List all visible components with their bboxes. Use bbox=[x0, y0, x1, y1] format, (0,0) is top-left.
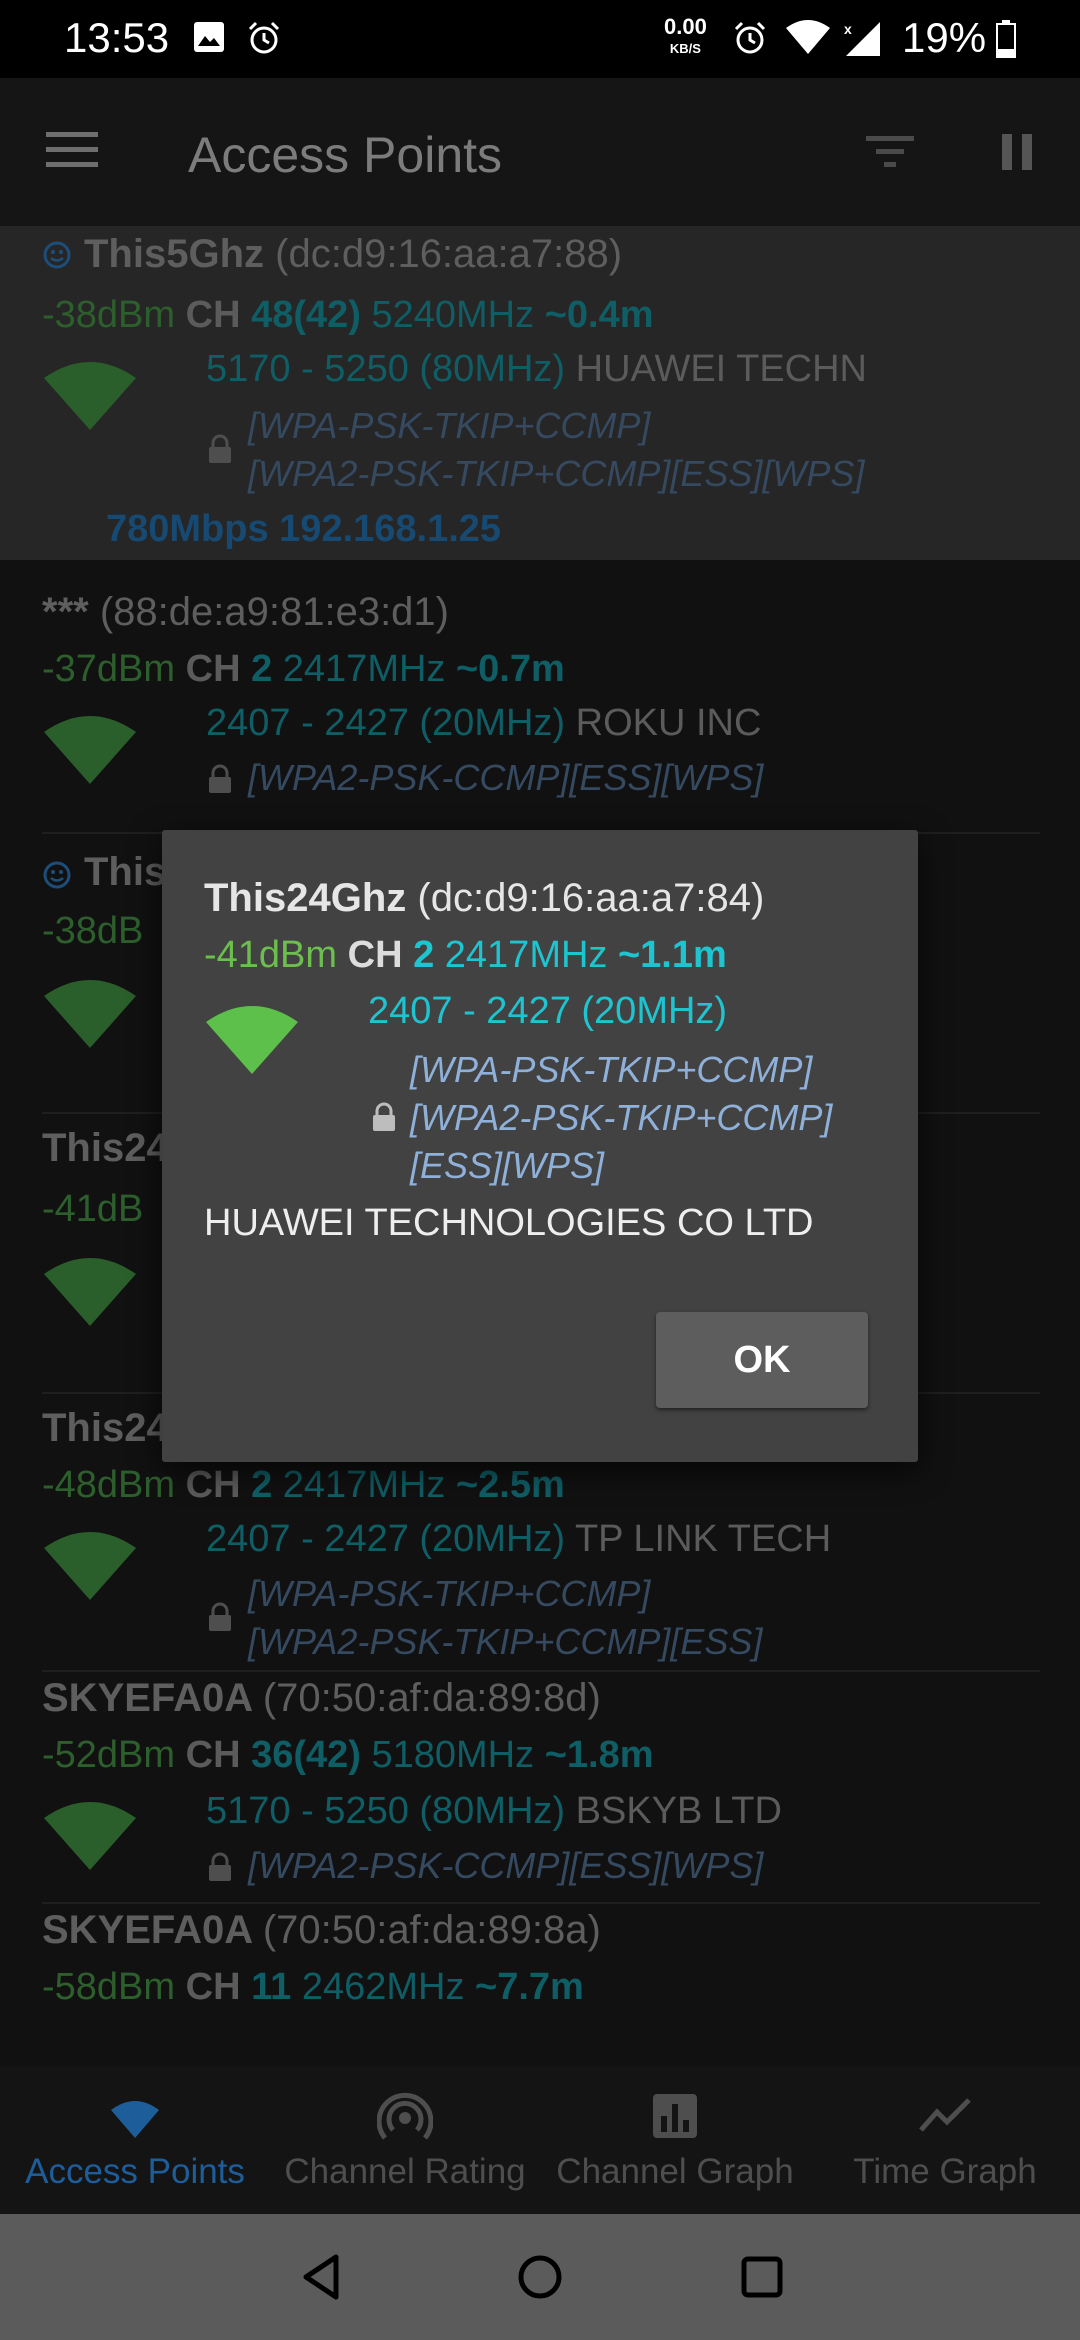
battery-percent: 19% bbox=[902, 14, 987, 61]
ap-title: This bbox=[84, 850, 167, 894]
dialog-security: [WPA-PSK-TKIP+CCMP] [WPA2-PSK-TKIP+CCMP]… bbox=[410, 1049, 833, 1186]
lock-icon bbox=[209, 434, 231, 463]
bottom-navigation: Access Points Channel Rating Channel Gra… bbox=[0, 2066, 1080, 2214]
svg-text:x: x bbox=[844, 21, 852, 37]
network-speed: 0.00 KB/S bbox=[664, 14, 707, 57]
ap-title: SKYEFA0A (70:50:af:da:89:8d) bbox=[42, 1676, 601, 1720]
wifi-signal-icon bbox=[44, 362, 136, 430]
lock-icon bbox=[209, 1602, 231, 1631]
status-time: 13:53 bbox=[64, 14, 170, 61]
dialog-title: This24Ghz (dc:d9:16:aa:a7:84) bbox=[204, 876, 765, 920]
wifi-signal-icon bbox=[44, 1802, 136, 1870]
access-point-details-dialog: This24Ghz (dc:d9:16:aa:a7:84) -41dBm CH … bbox=[162, 830, 918, 1462]
antenna-icon bbox=[377, 2092, 433, 2140]
ap-security: [WPA-PSK-TKIP+CCMP] [WPA2-PSK-TKIP+CCMP][… bbox=[248, 1573, 763, 1662]
connected-smiley-icon bbox=[43, 241, 71, 269]
menu-icon[interactable] bbox=[46, 130, 98, 170]
ap-signal-line: -37dBm CH 2 2417MHz ~0.7m bbox=[42, 648, 565, 690]
wifi-signal-icon bbox=[44, 980, 136, 1048]
dialog-range: 2407 - 2427 (20MHz) bbox=[368, 990, 728, 1032]
lock-icon bbox=[373, 1102, 395, 1131]
dialog-signal-line: -41dBm CH 2 2417MHz ~1.1m bbox=[204, 934, 727, 976]
app-bar: Access Points bbox=[0, 78, 1080, 226]
ap-title: *** (88:de:a9:81:e3:d1) bbox=[42, 590, 449, 634]
ap-security: [WPA-PSK-TKIP+CCMP] [WPA2-PSK-TKIP+CCMP][… bbox=[248, 405, 865, 494]
alarm-icon-2 bbox=[734, 21, 766, 54]
back-icon[interactable] bbox=[296, 2251, 348, 2303]
divider bbox=[42, 1670, 1040, 1672]
line-chart-icon bbox=[919, 2098, 971, 2132]
ok-button[interactable]: OK bbox=[656, 1312, 868, 1408]
ap-title: SKYEFA0A (70:50:af:da:89:8a) bbox=[42, 1908, 601, 1952]
wifi-icon bbox=[111, 2101, 159, 2138]
nav-time-graph[interactable]: Time Graph bbox=[810, 2066, 1080, 2214]
ap-signal-line: -41dB bbox=[42, 1188, 144, 1230]
recents-icon[interactable] bbox=[736, 2251, 788, 2303]
wifi-signal-icon bbox=[44, 1258, 136, 1326]
image-notification-icon bbox=[194, 22, 224, 52]
pause-icon[interactable] bbox=[998, 132, 1036, 172]
ap-title: This24 bbox=[42, 1126, 169, 1170]
wifi-signal-icon bbox=[44, 716, 136, 784]
ap-signal-line: -38dBm CH 48(42) 5240MHz ~0.4m bbox=[42, 294, 654, 336]
cell-signal-icon: x bbox=[844, 21, 880, 56]
list-item[interactable]: This5Ghz (dc:d9:16:aa:a7:88) -38dBm CH 4… bbox=[0, 226, 1080, 560]
ap-range-line: 2407 - 2427 (20MHz) TP LINK TECH bbox=[206, 1518, 832, 1560]
ap-title: This5Ghz (dc:d9:16:aa:a7:88) bbox=[84, 232, 623, 276]
connected-smiley-icon bbox=[43, 861, 71, 889]
ap-link-info: 780Mbps 192.168.1.25 bbox=[106, 508, 502, 550]
bar-chart-icon bbox=[653, 2094, 697, 2138]
nav-channel-rating[interactable]: Channel Rating bbox=[270, 2066, 540, 2214]
battery-icon bbox=[996, 20, 1016, 58]
wifi-signal-icon bbox=[206, 1006, 298, 1074]
lock-icon bbox=[209, 764, 231, 793]
divider bbox=[42, 1902, 1040, 1904]
ap-range-line: 5170 - 5250 (80MHz) BSKYB LTD bbox=[206, 1790, 782, 1832]
wifi-status-icon bbox=[786, 20, 830, 54]
system-navigation-bar bbox=[0, 2214, 1080, 2340]
lock-icon bbox=[209, 1852, 231, 1881]
list-item[interactable]: *** (88:de:a9:81:e3:d1) -37dBm CH 2 2417… bbox=[0, 560, 1080, 838]
ap-signal-line: -38dB bbox=[42, 910, 144, 952]
ap-security: [WPA2-PSK-CCMP][ESS][WPS] bbox=[248, 757, 764, 798]
home-icon[interactable] bbox=[514, 2251, 566, 2303]
ap-signal-line: -52dBm CH 36(42) 5180MHz ~1.8m bbox=[42, 1734, 654, 1776]
dialog-vendor: HUAWEI TECHNOLOGIES CO LTD bbox=[204, 1202, 814, 1244]
list-item[interactable]: SKYEFA0A (70:50:af:da:89:8d) -52dBm CH 3… bbox=[0, 1674, 1080, 1904]
alarm-icon bbox=[248, 21, 280, 54]
page-title: Access Points bbox=[188, 127, 503, 183]
ap-range-line: 5170 - 5250 (80MHz) HUAWEI TECHN bbox=[206, 348, 867, 390]
ap-range-line: 2407 - 2427 (20MHz) ROKU INC bbox=[206, 702, 762, 744]
filter-icon[interactable] bbox=[866, 134, 914, 170]
ap-signal-line: -58dBm CH 11 2462MHz ~7.7m bbox=[42, 1966, 584, 2008]
list-item[interactable]: SKYEFA0A (70:50:af:da:89:8a) -58dBm CH 1… bbox=[0, 1906, 1080, 2066]
nav-access-points[interactable]: Access Points bbox=[0, 2066, 270, 2214]
status-bar: 13:53 0.00 KB/S x 19% bbox=[0, 0, 1080, 78]
ap-security: [WPA2-PSK-CCMP][ESS][WPS] bbox=[248, 1845, 764, 1886]
ap-title: This24 bbox=[42, 1406, 169, 1450]
ap-signal-line: -48dBm CH 2 2417MHz ~2.5m bbox=[42, 1464, 565, 1506]
nav-channel-graph[interactable]: Channel Graph bbox=[540, 2066, 810, 2214]
wifi-signal-icon bbox=[44, 1532, 136, 1600]
